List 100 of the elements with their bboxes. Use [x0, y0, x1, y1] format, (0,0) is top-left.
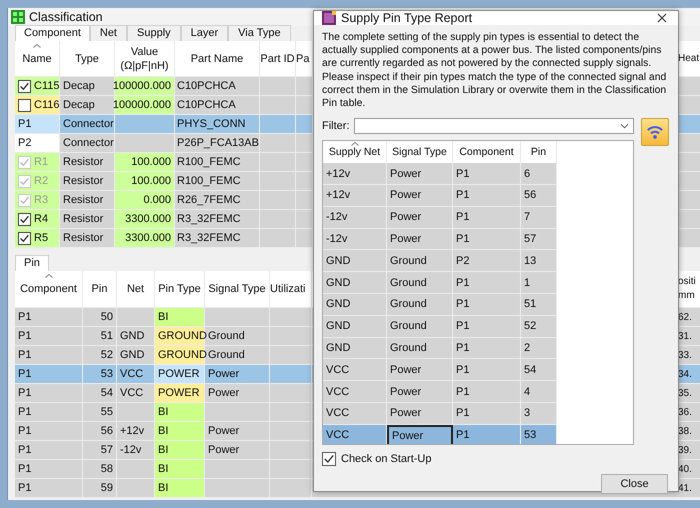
table-cell-text: 36. — [677, 406, 693, 420]
table-cell: 13 — [521, 250, 557, 272]
table-cell: Ground — [205, 346, 270, 364]
table-cell: BI — [155, 460, 205, 478]
table-cell: P1 — [15, 479, 83, 497]
table-cell: 4 — [521, 381, 557, 403]
table-cell: 0.000 — [115, 191, 175, 209]
table-cell: P1 — [15, 327, 83, 345]
table-cell: 100000.000 — [115, 77, 175, 95]
table-cell: R100_FEMC — [175, 172, 260, 190]
table-cell: 51 — [521, 294, 557, 316]
table-cell: Power — [205, 365, 270, 383]
table-cell: GND — [323, 250, 387, 272]
table-cell-text: 39. — [677, 444, 693, 458]
table-cell: R2 — [15, 172, 60, 190]
table-cell: 1 — [521, 272, 557, 294]
table-cell: P1 — [15, 460, 83, 478]
table-cell-text: 35. — [677, 386, 693, 400]
table-cell-text: 31. — [677, 330, 693, 344]
table-cell: C10PCHCA — [175, 96, 260, 114]
table-cell: GND — [323, 272, 387, 294]
table-cell: 57 — [83, 441, 117, 459]
table-cell: Connector — [60, 134, 115, 152]
table-cell: +12v — [323, 185, 387, 207]
table-cell: 57 — [521, 228, 557, 250]
filter-label: Filter: — [322, 120, 350, 132]
table-cell: Ground — [387, 316, 453, 338]
table-cell: P1 — [453, 206, 521, 229]
table-cell: Power — [387, 402, 453, 425]
table-cell: 59 — [83, 479, 117, 497]
table-cell: C115 — [15, 77, 60, 95]
table-cell: 3 — [521, 402, 557, 425]
table-cell: P1 — [15, 308, 83, 326]
table-cell: VCC — [323, 359, 387, 382]
table-cell: P1 — [15, 346, 83, 364]
table-cell: P2 — [453, 250, 521, 272]
table-cell: GROUND — [155, 346, 205, 364]
dialog-title: Supply Pin Type Report — [341, 11, 472, 25]
table-cell: P1 — [453, 163, 521, 186]
table-cell: R3_32FEMC — [175, 210, 260, 228]
table-cell: R100_FEMC — [175, 153, 260, 171]
checkbox-label: Check on Start-Up — [341, 453, 432, 466]
table-cell: P1 — [453, 424, 521, 444]
table-cell: Connector — [60, 115, 115, 133]
table-cell: P1 — [453, 294, 521, 316]
table-cell: Power — [387, 163, 453, 186]
table-cell-text: 33. — [677, 348, 693, 362]
table-cell: Power — [387, 359, 453, 382]
table-cell: 51 — [83, 327, 117, 345]
table-cell: 7 — [521, 206, 557, 229]
table-cell: 100.000 — [115, 172, 175, 190]
table-cell: POWER — [155, 365, 205, 383]
table-cell: Power — [205, 441, 270, 459]
table-cell: VCC — [323, 381, 387, 403]
table-cell: C116 — [15, 96, 60, 114]
table-cell-text: 38. — [677, 424, 693, 438]
table-cell: P1 — [453, 185, 521, 207]
table-cell: Power — [387, 424, 453, 444]
table-cell: BI — [155, 479, 205, 497]
table-cell: Power — [387, 381, 453, 403]
table-cell: 58 — [83, 460, 117, 478]
table-cell: 52 — [521, 316, 557, 338]
table-cell-text: 34. — [677, 368, 693, 382]
table-cell: 54 — [83, 384, 117, 402]
table-cell: P1 — [453, 381, 521, 403]
table-cell: 53 — [83, 365, 117, 383]
table-cell: 56 — [83, 422, 117, 440]
table-cell: 55 — [83, 403, 117, 421]
table-cell: Ground — [387, 272, 453, 294]
table-cell: GND — [323, 294, 387, 316]
table-cell: P1 — [453, 228, 521, 250]
table-cell: R1 — [15, 153, 60, 171]
table-cell: R3_32FEMC — [175, 229, 260, 247]
table-cell: 6 — [521, 163, 557, 186]
table-cell: Power — [205, 384, 270, 402]
table-cell: C10PCHCA — [175, 77, 260, 95]
table-cell: P1 — [15, 441, 83, 459]
table-cell: P1 — [15, 115, 60, 133]
table-cell: 56 — [521, 185, 557, 207]
table-cell-text: 41. — [677, 482, 693, 496]
table-cell: -12v — [323, 228, 387, 250]
table-cell: POWER — [155, 384, 205, 402]
table-cell: GND — [323, 338, 387, 360]
table-cell: VCC — [323, 424, 387, 444]
table-cell: 53 — [521, 424, 557, 444]
table-cell: VCC — [323, 402, 387, 425]
table-cell: P1 — [15, 384, 83, 402]
table-cell: 100000.000 — [115, 96, 175, 114]
table-cell: R5 — [15, 229, 60, 247]
table-cell: Ground — [387, 250, 453, 272]
table-cell: R26_7FEMC — [175, 191, 260, 209]
table-cell: -12v — [323, 206, 387, 229]
table-cell: GROUND — [155, 327, 205, 345]
table-cell: Ground — [387, 294, 453, 316]
table-cell: 2 — [521, 338, 557, 360]
table-cell: P2 — [15, 134, 60, 152]
table-cell: Power — [205, 422, 270, 440]
table-cell: P1 — [453, 316, 521, 338]
table-cell: P1 — [15, 403, 83, 421]
window-title: Classification — [29, 10, 103, 24]
